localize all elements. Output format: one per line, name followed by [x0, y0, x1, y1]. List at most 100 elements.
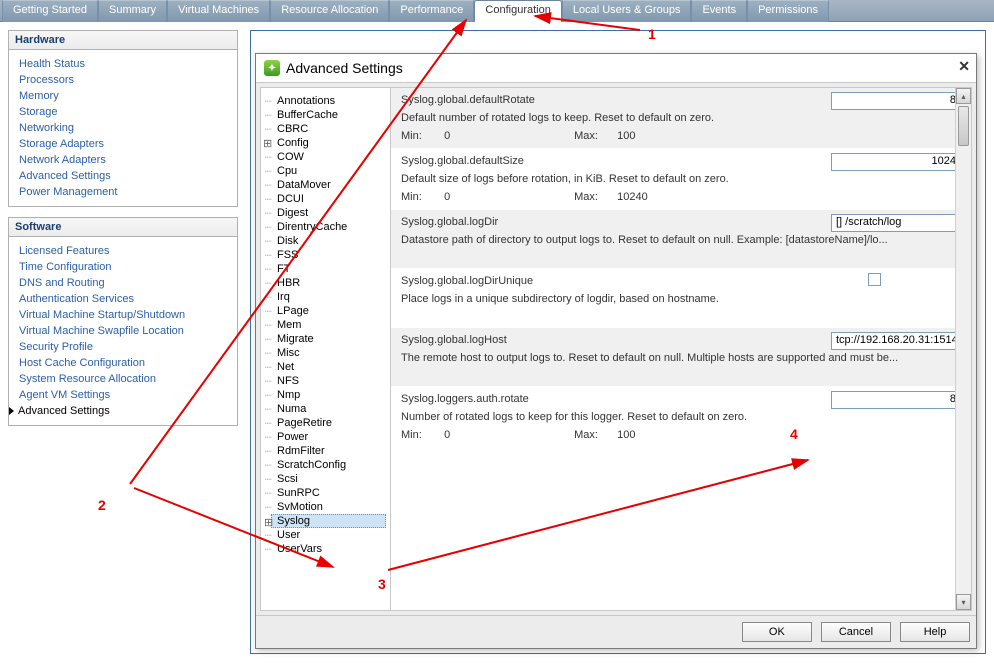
settings-tree[interactable]: AnnotationsBufferCacheCBRCConfigCOWCpuDa… — [261, 88, 391, 610]
close-icon[interactable]: ✕ — [958, 58, 970, 75]
dialog-body: AnnotationsBufferCacheCBRCConfigCOWCpuDa… — [260, 87, 972, 611]
left-column: Hardware Health StatusProcessorsMemorySt… — [8, 30, 238, 654]
tree-item-irq[interactable]: Irq — [271, 290, 386, 304]
hardware-body: Health StatusProcessorsMemoryStorageNetw… — [9, 50, 237, 206]
software-header: Software — [9, 218, 237, 237]
tree-item-numa[interactable]: Numa — [271, 402, 386, 416]
tab-events[interactable]: Events — [691, 0, 747, 22]
tree-item-nfs[interactable]: NFS — [271, 374, 386, 388]
scroll-thumb[interactable] — [958, 106, 969, 146]
setting-input[interactable]: 8 — [831, 92, 961, 110]
sidebar-item-health-status[interactable]: Health Status — [19, 56, 227, 72]
setting-minmax: Min: 0Max: 100 — [401, 429, 961, 441]
sidebar-item-network-adapters[interactable]: Network Adapters — [19, 152, 227, 168]
sidebar-item-authentication-services[interactable]: Authentication Services — [19, 291, 227, 307]
tab-configuration[interactable]: Configuration — [474, 0, 561, 22]
tab-getting-started[interactable]: Getting Started — [2, 0, 98, 22]
main-container: Hardware Health StatusProcessorsMemorySt… — [0, 22, 994, 662]
setting-description: Place logs in a unique subdirectory of l… — [401, 293, 961, 305]
tree-item-ft[interactable]: FT — [271, 262, 386, 276]
tree-item-uservars[interactable]: UserVars — [271, 542, 386, 556]
tree-item-hbr[interactable]: HBR — [271, 276, 386, 290]
sidebar-item-time-configuration[interactable]: Time Configuration — [19, 259, 227, 275]
sidebar-item-system-resource-allocation[interactable]: System Resource Allocation — [19, 371, 227, 387]
setting-input[interactable]: 8 — [831, 391, 961, 409]
sidebar-item-advanced-settings[interactable]: Advanced Settings — [9, 403, 227, 419]
tree-item-migrate[interactable]: Migrate — [271, 332, 386, 346]
setting-syslog-global-logdir: Syslog.global.logDir[] /scratch/logDatas… — [391, 210, 971, 269]
help-button[interactable]: Help — [900, 622, 970, 642]
scroll-up-icon[interactable]: ▴ — [956, 88, 971, 104]
sidebar-item-licensed-features[interactable]: Licensed Features — [19, 243, 227, 259]
tree-item-fss[interactable]: FSS — [271, 248, 386, 262]
tree-item-rdmfilter[interactable]: RdmFilter — [271, 444, 386, 458]
tree-item-dcui[interactable]: DCUI — [271, 192, 386, 206]
sidebar-item-power-management[interactable]: Power Management — [19, 184, 227, 200]
tab-virtual-machines[interactable]: Virtual Machines — [167, 0, 270, 22]
sidebar-item-memory[interactable]: Memory — [19, 88, 227, 104]
tree-item-direntrycache[interactable]: DirentryCache — [271, 220, 386, 234]
setting-input[interactable]: [] /scratch/log — [831, 214, 961, 232]
setting-syslog-loggers-auth-rotate: Syslog.loggers.auth.rotate8Number of rot… — [391, 387, 971, 448]
tree-item-scsi[interactable]: Scsi — [271, 472, 386, 486]
tree-item-digest[interactable]: Digest — [271, 206, 386, 220]
sidebar-item-virtual-machine-startup-shutdown[interactable]: Virtual Machine Startup/Shutdown — [19, 307, 227, 323]
tree-item-lpage[interactable]: LPage — [271, 304, 386, 318]
tree-item-cow[interactable]: COW — [271, 150, 386, 164]
settings-pane: Syslog.global.defaultRotate8Default numb… — [391, 88, 971, 610]
sidebar-item-host-cache-configuration[interactable]: Host Cache Configuration — [19, 355, 227, 371]
setting-syslog-global-defaultsize: Syslog.global.defaultSize1024Default siz… — [391, 149, 971, 210]
annotation-4: 4 — [790, 426, 798, 442]
setting-description: Datastore path of directory to output lo… — [401, 234, 961, 246]
tab-summary[interactable]: Summary — [98, 0, 167, 22]
cancel-button[interactable]: Cancel — [821, 622, 891, 642]
tab-resource-allocation[interactable]: Resource Allocation — [270, 0, 389, 22]
content-area: ✦ Advanced Settings ✕ AnnotationsBufferC… — [250, 30, 986, 654]
setting-checkbox[interactable] — [868, 273, 881, 286]
sidebar-item-agent-vm-settings[interactable]: Agent VM Settings — [19, 387, 227, 403]
setting-input[interactable]: 1024 — [831, 153, 961, 171]
tree-item-annotations[interactable]: Annotations — [271, 94, 386, 108]
scroll-down-icon[interactable]: ▾ — [956, 594, 971, 610]
setting-description: Number of rotated logs to keep for this … — [401, 411, 961, 423]
tree-item-svmotion[interactable]: SvMotion — [271, 500, 386, 514]
tab-performance[interactable]: Performance — [389, 0, 474, 22]
sidebar-item-storage[interactable]: Storage — [19, 104, 227, 120]
tree-item-user[interactable]: User — [271, 528, 386, 542]
setting-description: Default number of rotated logs to keep. … — [401, 112, 961, 124]
setting-minmax: Min: 0Max: 100 — [401, 130, 961, 142]
tree-item-scratchconfig[interactable]: ScratchConfig — [271, 458, 386, 472]
tab-permissions[interactable]: Permissions — [747, 0, 829, 22]
tree-item-misc[interactable]: Misc — [271, 346, 386, 360]
tree-item-mem[interactable]: Mem — [271, 318, 386, 332]
sidebar-item-dns-and-routing[interactable]: DNS and Routing — [19, 275, 227, 291]
tree-item-pageretire[interactable]: PageRetire — [271, 416, 386, 430]
setting-input[interactable]: tcp://192.168.20.31:1514 — [831, 332, 961, 350]
tab-bar: Getting StartedSummaryVirtual MachinesRe… — [0, 0, 994, 22]
tree-item-datamover[interactable]: DataMover — [271, 178, 386, 192]
tree-item-sunrpc[interactable]: SunRPC — [271, 486, 386, 500]
software-body: Licensed FeaturesTime ConfigurationDNS a… — [9, 237, 237, 425]
tree-item-syslog[interactable]: Syslog — [271, 514, 386, 528]
sidebar-item-processors[interactable]: Processors — [19, 72, 227, 88]
sidebar-item-security-profile[interactable]: Security Profile — [19, 339, 227, 355]
sidebar-item-networking[interactable]: Networking — [19, 120, 227, 136]
ok-button[interactable]: OK — [742, 622, 812, 642]
software-panel: Software Licensed FeaturesTime Configura… — [8, 217, 238, 426]
tree-item-config[interactable]: Config — [271, 136, 386, 150]
sidebar-item-storage-adapters[interactable]: Storage Adapters — [19, 136, 227, 152]
tree-item-cpu[interactable]: Cpu — [271, 164, 386, 178]
hardware-header: Hardware — [9, 31, 237, 50]
tab-local-users-groups[interactable]: Local Users & Groups — [562, 0, 692, 22]
sidebar-item-advanced-settings[interactable]: Advanced Settings — [19, 168, 227, 184]
tree-item-cbrc[interactable]: CBRC — [271, 122, 386, 136]
scrollbar[interactable]: ▴ ▾ — [955, 88, 971, 610]
tree-item-buffercache[interactable]: BufferCache — [271, 108, 386, 122]
tree-item-nmp[interactable]: Nmp — [271, 388, 386, 402]
sidebar-item-virtual-machine-swapfile-location[interactable]: Virtual Machine Swapfile Location — [19, 323, 227, 339]
setting-description: Default size of logs before rotation, in… — [401, 173, 961, 185]
tree-item-power[interactable]: Power — [271, 430, 386, 444]
annotation-3: 3 — [378, 576, 386, 592]
tree-item-net[interactable]: Net — [271, 360, 386, 374]
tree-item-disk[interactable]: Disk — [271, 234, 386, 248]
